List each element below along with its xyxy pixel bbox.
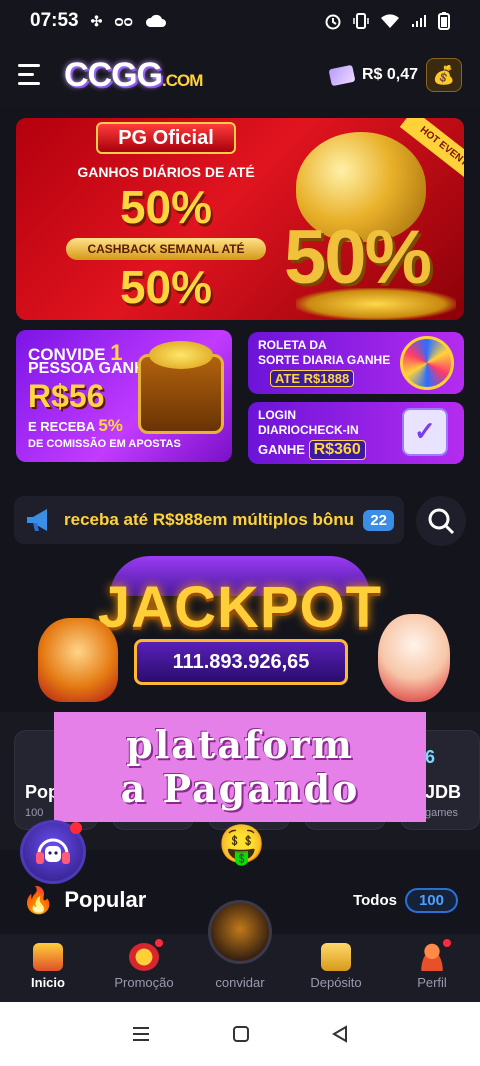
alarm-icon	[325, 14, 341, 30]
home-icon[interactable]	[232, 1025, 250, 1043]
nav-label: Depósito	[310, 975, 362, 990]
banner-line2: CASHBACK SEMANAL ATÉ	[66, 238, 266, 260]
checkin-l3a: GANHE	[258, 442, 309, 457]
invite-promo-card[interactable]: CONVIDE 1 PESSOA GANHE R$56 E RECEBA 5% …	[16, 330, 232, 462]
caption-line1: plataform	[126, 722, 354, 767]
nav-label: Perfil	[417, 975, 447, 990]
banner-pct1: 50%	[119, 181, 213, 233]
jackpot-value: 111.893.926,65	[134, 639, 348, 685]
nav-perfil[interactable]: Perfil	[387, 939, 477, 990]
headset-icon	[36, 838, 70, 864]
roleta-l3: ATE R$1888	[270, 370, 355, 387]
promo-banner[interactable]: PG Oficial GANHOS DIÁRIOS DE ATÉ 50% CAS…	[16, 118, 464, 320]
system-navigation-bar	[0, 1002, 480, 1066]
money-mouth-emoji: 🤑	[218, 824, 266, 866]
see-all-label: Todos	[353, 891, 397, 909]
app-header: CCGG.COM R$ 0,47 💰	[0, 42, 480, 108]
search-icon	[428, 508, 455, 535]
jackpot-panel: JACKPOT 111.893.926,65	[0, 556, 480, 706]
status-time: 07:53	[30, 10, 79, 31]
checkin-l1: LOGIN	[258, 408, 296, 422]
slot-machine-icon	[33, 943, 63, 971]
logo-main: CCGG	[64, 55, 163, 94]
notification-dot	[155, 939, 163, 947]
checkin-l3b: R$360	[308, 440, 366, 460]
profile-icon	[417, 943, 447, 971]
marquee-text: receba até R$988em múltiplos bônus	[64, 510, 354, 529]
roleta-l1: ROLETA DA	[258, 338, 327, 352]
voicemail-icon: ᴑᴑ	[114, 12, 133, 30]
fan-icon: ✣	[90, 12, 103, 29]
checkin-promo-card[interactable]: LOGIN DIARIOCHECK-IN GANHE R$360	[248, 402, 464, 464]
nav-label: Inicio	[31, 975, 65, 990]
gold-coins-image	[296, 288, 456, 320]
balance-display[interactable]: R$ 0,47 💰	[328, 58, 462, 92]
roulette-wheel-image	[400, 336, 454, 390]
wallet-icon	[321, 943, 351, 971]
nav-promocao[interactable]: Promoção	[99, 939, 189, 990]
cloud-icon	[145, 14, 166, 27]
rabbit-mascot-image	[378, 614, 450, 702]
see-all-button[interactable]: Todos 100	[353, 887, 458, 913]
signal-icon	[412, 15, 426, 27]
message-count-badge[interactable]: 22	[363, 509, 394, 531]
roleta-l2: SORTE DIARIA GANHE	[258, 353, 391, 367]
medal-icon	[129, 943, 159, 971]
support-notification-dot	[70, 822, 82, 834]
nav-label: convidar	[215, 975, 265, 990]
recent-apps-icon[interactable]	[131, 1025, 151, 1043]
announcement-marquee[interactable]: receba até R$988em múltiplos bônus 22	[14, 496, 404, 544]
banner-tag: PG Oficial	[96, 122, 236, 154]
invite-l3b: 5%	[98, 416, 123, 435]
notification-dot	[443, 939, 451, 947]
tiger-mascot-image	[38, 618, 118, 702]
video-caption-overlay: plataform a Pagando	[54, 712, 426, 822]
treasure-chest-image	[138, 341, 224, 434]
nav-deposito[interactable]: Depósito	[291, 943, 381, 990]
search-button[interactable]	[416, 496, 466, 546]
invite-l4: DE COMISSÃO EM APOSTAS	[28, 438, 181, 450]
provider-sub: games	[425, 807, 459, 819]
checkin-l2: DIARIOCHECK-IN	[258, 423, 359, 437]
wallet-button[interactable]: 💰	[426, 58, 462, 92]
invite-amount: R$56	[28, 378, 105, 414]
wifi-icon	[381, 14, 399, 28]
fire-icon: 🔥	[22, 884, 55, 915]
provider-label: JDB	[425, 782, 462, 802]
banner-pct2: 50%	[119, 261, 213, 313]
nav-label: Promoção	[114, 975, 174, 990]
battery-icon	[438, 12, 450, 30]
nav-inicio[interactable]: Inicio	[3, 943, 93, 990]
roleta-promo-card[interactable]: ROLETA DA SORTE DIARIA GANHE ATE R$1888	[248, 332, 464, 394]
megaphone-icon	[27, 509, 47, 531]
games-count: 100	[404, 887, 458, 913]
coin-bag-icon: 💰	[432, 64, 456, 85]
balance-card-icon	[328, 64, 356, 86]
provider-sub: 100	[25, 807, 44, 819]
status-bar: 07:53 ✣ ᴑᴑ	[0, 0, 480, 42]
balance-value: R$ 0,47	[361, 66, 418, 83]
invite-chest-button[interactable]	[208, 900, 272, 964]
back-icon[interactable]	[331, 1025, 349, 1043]
invite-l3a: E RECEBA	[28, 419, 99, 434]
logo-suffix: .COM	[162, 70, 203, 90]
menu-icon[interactable]	[18, 64, 44, 86]
checkin-calendar-image	[402, 408, 448, 456]
banner-line1: GANHOS DIÁRIOS DE ATÉ	[77, 164, 255, 180]
section-title: Popular	[64, 887, 147, 912]
logo[interactable]: CCGG.COM	[64, 55, 203, 95]
vibrate-icon	[353, 13, 369, 29]
caption-line2: a Pagando	[120, 766, 360, 811]
